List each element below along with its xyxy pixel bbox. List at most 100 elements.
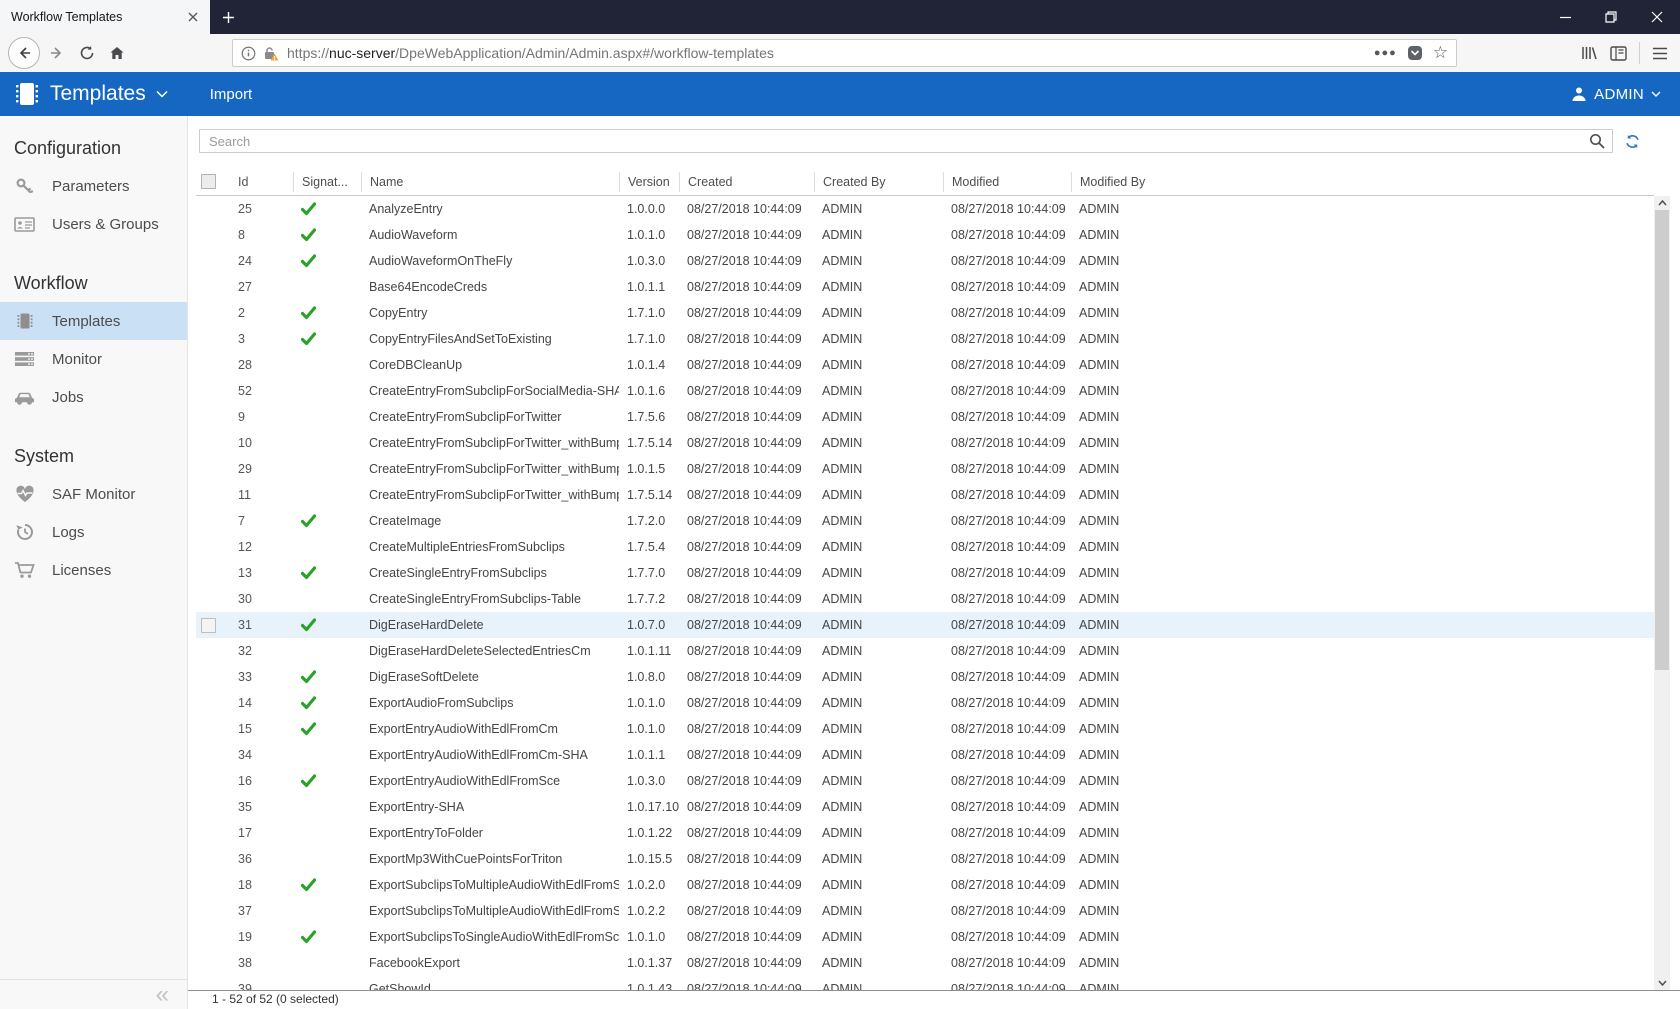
table-row[interactable]: 7 CreateImage 1.7.2.0 08/27/2018 10:44:0… — [196, 508, 1654, 534]
table-row[interactable]: 29 CreateEntryFromSubclipForTwitter_with… — [196, 456, 1654, 482]
bookmark-star-icon[interactable]: ☆ — [1433, 43, 1448, 63]
table-row[interactable]: 33 DigEraseSoftDelete 1.0.8.0 08/27/2018… — [196, 664, 1654, 690]
table-row[interactable]: 37 ExportSubclipsToMultipleAudioWithEdlF… — [196, 898, 1654, 924]
table-row[interactable]: 3 CopyEntryFilesAndSetToExisting 1.7.1.0… — [196, 326, 1654, 352]
url-bar[interactable]: https://nuc-server/DpeWebApplication/Adm… — [232, 39, 1457, 67]
table-row[interactable]: 8 AudioWaveform 1.0.1.0 08/27/2018 10:44… — [196, 222, 1654, 248]
cell-signature — [293, 352, 361, 378]
tab-close-icon[interactable] — [184, 8, 202, 26]
collapse-chevrons-icon: « — [156, 984, 169, 1006]
library-icon[interactable] — [1581, 45, 1598, 61]
table-row[interactable]: 52 CreateEntryFromSubclipForSocialMedia-… — [196, 378, 1654, 404]
table-row[interactable]: 17 ExportEntryToFolder 1.0.1.22 08/27/20… — [196, 820, 1654, 846]
table-row[interactable]: 27 Base64EncodeCreds 1.0.1.1 08/27/2018 … — [196, 274, 1654, 300]
table-row[interactable]: 32 DigEraseHardDeleteSelectedEntriesCm 1… — [196, 638, 1654, 664]
sidebar-item-logs[interactable]: Logs — [0, 513, 187, 551]
cell-name: CreateEntryFromSubclipForTwitter_withBum… — [361, 482, 619, 508]
table-row[interactable]: 30 CreateSingleEntryFromSubclips-Table 1… — [196, 586, 1654, 612]
signed-check-icon — [301, 566, 316, 580]
table-row[interactable]: 11 CreateEntryFromSubclipForTwitter_with… — [196, 482, 1654, 508]
sidebar-item-templates[interactable]: Templates — [0, 302, 187, 340]
cell-created-by: ADMIN — [814, 196, 943, 222]
vertical-scrollbar[interactable] — [1654, 196, 1670, 990]
sidebar-item-users-groups[interactable]: Users & Groups — [0, 205, 187, 243]
column-header-signat[interactable]: Signat... — [293, 172, 361, 192]
refresh-list-icon[interactable] — [1622, 129, 1642, 153]
column-header-created-by[interactable]: Created By — [814, 172, 943, 192]
menu-item-import[interactable]: Import — [210, 86, 253, 103]
select-all-checkbox[interactable] — [201, 174, 216, 189]
cell-modified-by: ADMIN — [1071, 326, 1654, 352]
column-header-created[interactable]: Created — [679, 172, 814, 192]
back-button[interactable] — [8, 37, 40, 69]
scroll-down-icon[interactable] — [1654, 976, 1670, 990]
scrollbar-thumb[interactable] — [1655, 210, 1669, 670]
cell-signature — [293, 768, 361, 794]
table-row[interactable]: 38 FacebookExport 1.0.1.37 08/27/2018 10… — [196, 950, 1654, 976]
table-row[interactable]: 34 ExportEntryAudioWithEdlFromCm-SHA 1.0… — [196, 742, 1654, 768]
table-row[interactable]: 14 ExportAudioFromSubclips 1.0.1.0 08/27… — [196, 690, 1654, 716]
page-info-icon[interactable] — [241, 46, 256, 61]
insecure-lock-icon[interactable] — [263, 46, 280, 61]
column-header-modified-by[interactable]: Modified By — [1071, 172, 1654, 192]
column-header-name[interactable]: Name — [361, 172, 619, 192]
column-header-id[interactable]: Id — [230, 172, 293, 192]
table-row[interactable]: 19 ExportSubclipsToSingleAudioWithEdlFro… — [196, 924, 1654, 950]
table-row[interactable]: 16 ExportEntryAudioWithEdlFromSce 1.0.3.… — [196, 768, 1654, 794]
cell-modified: 08/27/2018 10:44:09 — [943, 742, 1071, 768]
restore-button[interactable] — [1588, 0, 1634, 34]
cell-id: 38 — [230, 950, 293, 976]
scroll-up-icon[interactable] — [1654, 196, 1670, 210]
new-tab-button[interactable] — [210, 0, 246, 34]
cell-created: 08/27/2018 10:44:09 — [679, 872, 814, 898]
table-row[interactable]: 39 GetShowId 1.0.1.43 08/27/2018 10:44:0… — [196, 976, 1654, 990]
sidebar-item-licenses[interactable]: Licenses — [0, 551, 187, 589]
cell-signature — [293, 690, 361, 716]
cell-modified: 08/27/2018 10:44:09 — [943, 586, 1071, 612]
minimize-button[interactable] — [1542, 0, 1588, 34]
forward-button[interactable] — [42, 38, 72, 68]
cell-created-by: ADMIN — [814, 586, 943, 612]
column-header-modified[interactable]: Modified — [943, 172, 1071, 192]
sidebar-item-monitor[interactable]: Monitor — [0, 340, 187, 378]
search-input[interactable] — [199, 129, 1613, 153]
home-button[interactable] — [102, 38, 132, 68]
table-row[interactable]: 28 CoreDBCleanUp 1.0.1.4 08/27/2018 10:4… — [196, 352, 1654, 378]
pocket-icon[interactable] — [1407, 45, 1423, 61]
table-row[interactable]: 9 CreateEntryFromSubclipForTwitter 1.7.5… — [196, 404, 1654, 430]
title-chevron-down-icon[interactable] — [156, 90, 168, 98]
table-row[interactable]: 24 AudioWaveformOnTheFly 1.0.3.0 08/27/2… — [196, 248, 1654, 274]
table-row[interactable]: 12 CreateMultipleEntriesFromSubclips 1.7… — [196, 534, 1654, 560]
sidebar-collapse-button[interactable]: « — [0, 979, 187, 1009]
column-header-version[interactable]: Version — [619, 172, 679, 192]
close-button[interactable] — [1634, 0, 1680, 34]
table-row[interactable]: 36 ExportMp3WithCuePointsForTriton 1.0.1… — [196, 846, 1654, 872]
sidebar-toggle-icon[interactable] — [1610, 46, 1627, 61]
table-row[interactable]: 13 CreateSingleEntryFromSubclips 1.7.7.0… — [196, 560, 1654, 586]
user-icon — [1571, 86, 1587, 102]
page-title[interactable]: Templates — [50, 82, 146, 106]
table-row[interactable]: 10 CreateEntryFromSubclipForTwitter_with… — [196, 430, 1654, 456]
sidebar-item-jobs[interactable]: Jobs — [0, 378, 187, 416]
browser-tab[interactable]: Workflow Templates — [0, 0, 210, 34]
sidebar-item-saf-monitor[interactable]: SAF Monitor — [0, 475, 187, 513]
cell-modified-by: ADMIN — [1071, 742, 1654, 768]
search-icon[interactable] — [1589, 133, 1605, 149]
cell-created-by: ADMIN — [814, 456, 943, 482]
cell-id: 17 — [230, 820, 293, 846]
cell-modified-by: ADMIN — [1071, 274, 1654, 300]
table-row[interactable]: 25 AnalyzeEntry 1.0.0.0 08/27/2018 10:44… — [196, 196, 1654, 222]
table-row[interactable]: 18 ExportSubclipsToMultipleAudioWithEdlF… — [196, 872, 1654, 898]
table-row[interactable]: 15 ExportEntryAudioWithEdlFromCm 1.0.1.0… — [196, 716, 1654, 742]
reload-button[interactable] — [72, 38, 102, 68]
sidebar-item-parameters[interactable]: Parameters — [0, 167, 187, 205]
row-checkbox[interactable] — [201, 618, 216, 633]
cell-version: 1.7.5.4 — [619, 534, 679, 560]
table-row[interactable]: 31 DigEraseHardDelete 1.0.7.0 08/27/2018… — [196, 612, 1654, 638]
table-row[interactable]: 35 ExportEntry-SHA 1.0.17.10 08/27/2018 … — [196, 794, 1654, 820]
row-select-cell — [196, 690, 230, 716]
page-actions-icon[interactable]: ●●● — [1374, 47, 1397, 59]
menu-hamburger-icon[interactable] — [1652, 47, 1668, 60]
user-menu[interactable]: ADMIN — [1571, 86, 1667, 103]
table-row[interactable]: 2 CopyEntry 1.7.1.0 08/27/2018 10:44:09 … — [196, 300, 1654, 326]
